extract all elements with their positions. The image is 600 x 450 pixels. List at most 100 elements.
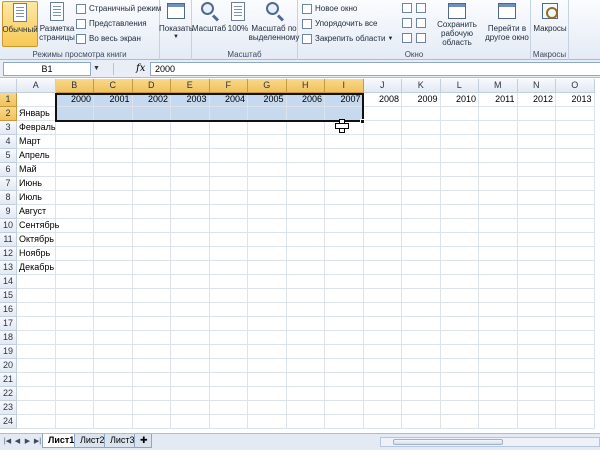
cell-n23[interactable] xyxy=(517,401,556,415)
cell-b12[interactable] xyxy=(55,247,94,261)
full-screen-button[interactable]: Во весь экран xyxy=(76,32,141,45)
cell-j23[interactable] xyxy=(363,401,402,415)
new-window-button[interactable]: Новое окно xyxy=(302,2,357,15)
cell-k14[interactable] xyxy=(402,275,441,289)
cell-n22[interactable] xyxy=(517,387,556,401)
cell-j21[interactable] xyxy=(363,373,402,387)
row-header-8[interactable]: 8 xyxy=(0,191,17,205)
row-header-2[interactable]: 2 xyxy=(0,107,17,121)
cell-o18[interactable] xyxy=(556,331,595,345)
cell-i4[interactable] xyxy=(325,135,364,149)
cell-a2[interactable]: Январь xyxy=(17,107,56,121)
cell-m16[interactable] xyxy=(479,303,518,317)
cell-o4[interactable] xyxy=(556,135,595,149)
cell-n18[interactable] xyxy=(517,331,556,345)
cell-d18[interactable] xyxy=(132,331,171,345)
cell-f17[interactable] xyxy=(209,317,248,331)
cell-j12[interactable] xyxy=(363,247,402,261)
cell-m14[interactable] xyxy=(479,275,518,289)
cell-c22[interactable] xyxy=(94,387,133,401)
cell-a13[interactable]: Декабрь xyxy=(17,261,56,275)
show-button[interactable]: Показать ▼ xyxy=(159,1,193,47)
cell-m24[interactable] xyxy=(479,415,518,429)
split-icon[interactable] xyxy=(402,3,412,13)
cell-j14[interactable] xyxy=(363,275,402,289)
normal-view-button[interactable]: Обычный xyxy=(2,1,38,47)
column-header-h[interactable]: H xyxy=(286,79,325,93)
cell-m13[interactable] xyxy=(479,261,518,275)
cell-c19[interactable] xyxy=(94,345,133,359)
cell-a20[interactable] xyxy=(17,359,56,373)
cell-b18[interactable] xyxy=(55,331,94,345)
row-header-10[interactable]: 10 xyxy=(0,219,17,233)
cell-n21[interactable] xyxy=(517,373,556,387)
cell-e24[interactable] xyxy=(171,415,210,429)
cell-a22[interactable] xyxy=(17,387,56,401)
cell-l18[interactable] xyxy=(440,331,479,345)
cell-g11[interactable] xyxy=(248,233,287,247)
cell-l20[interactable] xyxy=(440,359,479,373)
cell-g16[interactable] xyxy=(248,303,287,317)
cell-g13[interactable] xyxy=(248,261,287,275)
cell-e19[interactable] xyxy=(171,345,210,359)
column-header-l[interactable]: L xyxy=(440,79,479,93)
cell-h14[interactable] xyxy=(286,275,325,289)
cell-m3[interactable] xyxy=(479,121,518,135)
cell-n2[interactable] xyxy=(517,107,556,121)
cell-m17[interactable] xyxy=(479,317,518,331)
cell-k6[interactable] xyxy=(402,163,441,177)
cell-o2[interactable] xyxy=(556,107,595,121)
cell-o3[interactable] xyxy=(556,121,595,135)
cell-l3[interactable] xyxy=(440,121,479,135)
cell-n13[interactable] xyxy=(517,261,556,275)
cell-j3[interactable] xyxy=(363,121,402,135)
cell-n19[interactable] xyxy=(517,345,556,359)
cell-d10[interactable] xyxy=(132,219,171,233)
cell-i6[interactable] xyxy=(325,163,364,177)
zoom-selection-button[interactable]: Масштаб по выделенному xyxy=(249,1,299,47)
cell-k7[interactable] xyxy=(402,177,441,191)
row-header-21[interactable]: 21 xyxy=(0,373,17,387)
cell-c3[interactable] xyxy=(94,121,133,135)
cell-e21[interactable] xyxy=(171,373,210,387)
cell-g24[interactable] xyxy=(248,415,287,429)
cell-j4[interactable] xyxy=(363,135,402,149)
cell-k24[interactable] xyxy=(402,415,441,429)
cell-i10[interactable] xyxy=(325,219,364,233)
cell-i14[interactable] xyxy=(325,275,364,289)
switch-windows-button[interactable]: Перейти в другое окно xyxy=(484,1,530,47)
cell-g1[interactable]: 2005 xyxy=(248,93,287,107)
cell-h5[interactable] xyxy=(286,149,325,163)
column-header-e[interactable]: E xyxy=(171,79,210,93)
cell-f18[interactable] xyxy=(209,331,248,345)
cell-g12[interactable] xyxy=(248,247,287,261)
cell-m19[interactable] xyxy=(479,345,518,359)
cell-a21[interactable] xyxy=(17,373,56,387)
cell-f12[interactable] xyxy=(209,247,248,261)
cell-m4[interactable] xyxy=(479,135,518,149)
row-header-3[interactable]: 3 xyxy=(0,121,17,135)
column-header-c[interactable]: C xyxy=(94,79,133,93)
cell-d4[interactable] xyxy=(132,135,171,149)
prev-sheet-icon[interactable]: ◀ xyxy=(13,437,22,447)
cell-k3[interactable] xyxy=(402,121,441,135)
cell-b21[interactable] xyxy=(55,373,94,387)
cell-a1[interactable] xyxy=(17,93,56,107)
cell-n15[interactable] xyxy=(517,289,556,303)
cell-j11[interactable] xyxy=(363,233,402,247)
cell-i22[interactable] xyxy=(325,387,364,401)
row-header-9[interactable]: 9 xyxy=(0,205,17,219)
cell-m6[interactable] xyxy=(479,163,518,177)
cell-k23[interactable] xyxy=(402,401,441,415)
column-header-n[interactable]: N xyxy=(517,79,556,93)
cell-m2[interactable] xyxy=(479,107,518,121)
cell-m18[interactable] xyxy=(479,331,518,345)
cell-m11[interactable] xyxy=(479,233,518,247)
name-box[interactable]: B1 xyxy=(3,62,91,76)
cell-f7[interactable] xyxy=(209,177,248,191)
cell-c20[interactable] xyxy=(94,359,133,373)
cell-d23[interactable] xyxy=(132,401,171,415)
cell-n14[interactable] xyxy=(517,275,556,289)
cell-o22[interactable] xyxy=(556,387,595,401)
cell-j22[interactable] xyxy=(363,387,402,401)
